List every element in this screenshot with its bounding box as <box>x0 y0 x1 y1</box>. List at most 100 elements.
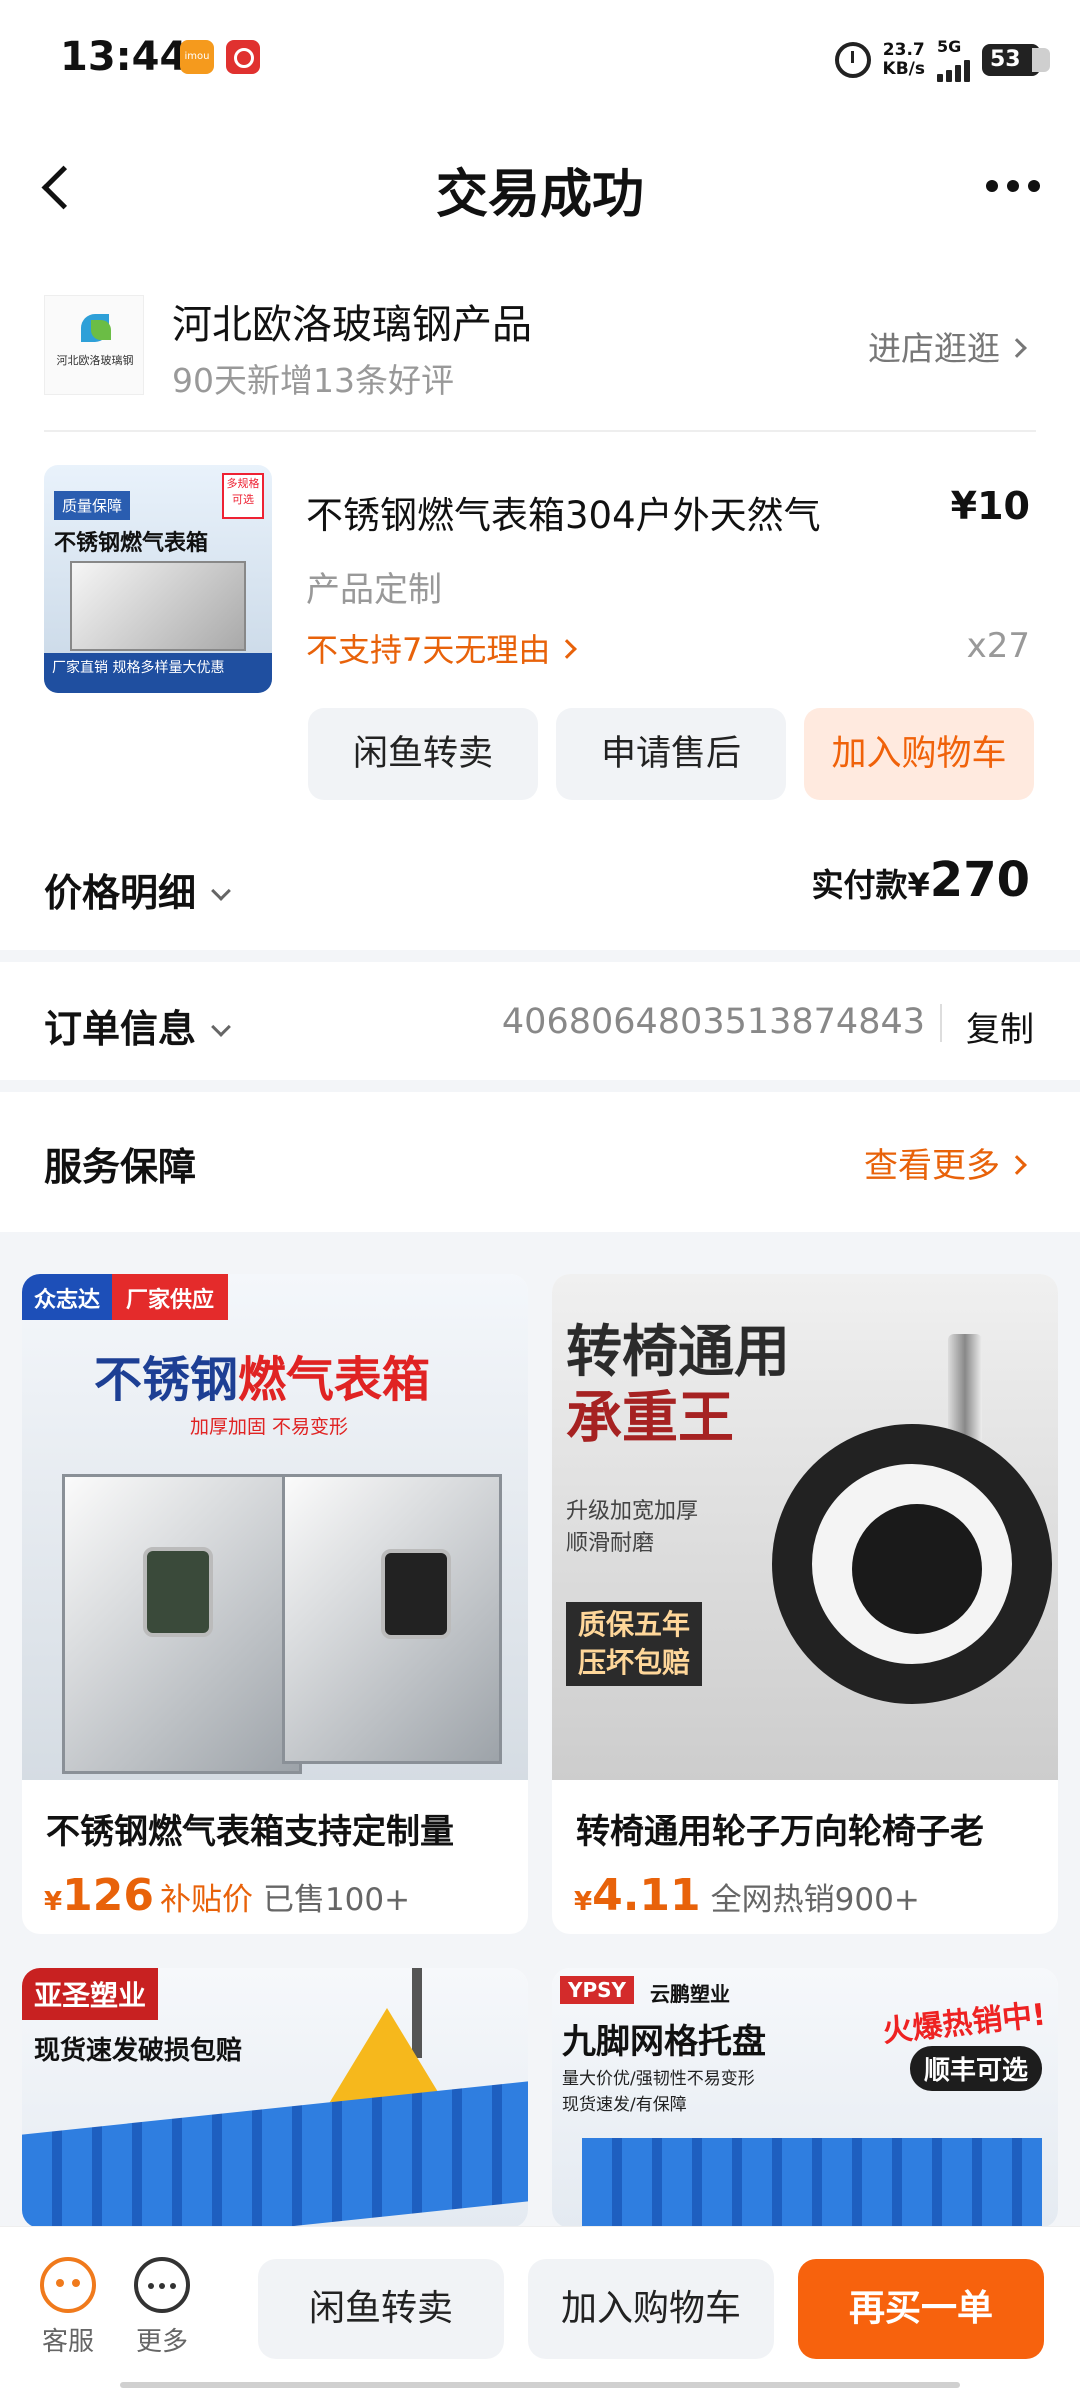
net-speed: 23.7 KB/s <box>883 41 925 79</box>
shop-logo-text: 河北欧洛玻璃钢 <box>56 354 134 367</box>
shop-logo-leaf-icon-2 <box>91 320 111 340</box>
order-card: 河北欧洛玻璃钢 河北欧洛玻璃钢产品 90天新增13条好评 进店逛逛 质量保障 多… <box>0 270 1080 950</box>
return-policy-link[interactable]: 不支持7天无理由 <box>306 625 578 671</box>
shop-logo[interactable]: 河北欧洛玻璃钢 <box>44 295 144 395</box>
order-info-toggle[interactable]: 订单信息 <box>44 998 231 1053</box>
shop-review-summary: 90天新增13条好评 <box>172 361 454 400</box>
currency: ¥ <box>574 1887 593 1917</box>
customer-service-button[interactable]: 客服 <box>38 2257 98 2358</box>
caster-hub-illustration <box>852 1504 982 1634</box>
product-image-footer: 厂家直销 规格多样量大优惠 <box>44 653 272 693</box>
order-info-card: 订单信息 4068064803513874843 复制 <box>0 962 1080 1080</box>
more-dots-icon[interactable] <box>986 180 1040 192</box>
paid-value: 270 <box>929 852 1030 908</box>
cabinet-illustration <box>62 1474 302 1774</box>
headline-part-a: 转椅通用 <box>566 1320 790 1385</box>
copy-order-button[interactable]: 复制 <box>966 1002 1034 1051</box>
sub-line-1: 升级加宽加厚 <box>566 1499 699 1524</box>
buy-again-button[interactable]: 再买一单 <box>798 2259 1044 2359</box>
shop-name[interactable]: 河北欧洛玻璃钢产品 <box>172 292 532 350</box>
sold-count: 已售100+ <box>262 1882 411 1918</box>
brand-tag: 众志达 厂家供应 <box>22 1274 229 1320</box>
recommend-image: 转椅通用 承重王 升级加宽加厚 顺滑耐磨 质保五年 压坏包赔 <box>552 1274 1058 1780</box>
customer-service-icon <box>40 2257 96 2313</box>
chevron-down-icon <box>211 1017 231 1037</box>
recommend-image-promo: 质保五年 压坏包赔 <box>566 1602 703 1686</box>
more-icon <box>134 2257 190 2313</box>
feature-line-2: 现货速发/有保障 <box>562 2095 687 2115</box>
net-speed-value: 23.7 <box>882 40 925 60</box>
chevron-right-icon <box>1007 1154 1027 1175</box>
imou-app-icon: imou <box>180 40 214 74</box>
pallet-illustration <box>22 2081 528 2228</box>
promo-line-1: 质保五年 <box>578 1608 691 1641</box>
recommend-card[interactable]: 转椅通用 承重王 升级加宽加厚 顺滑耐磨 质保五年 压坏包赔 转椅通用轮子万向轮… <box>552 1274 1058 1934</box>
resell-xianyu-button[interactable]: 闲鱼转卖 <box>308 708 538 800</box>
home-indicator[interactable] <box>120 2382 960 2388</box>
view-more-label: 查看更多 <box>864 1146 1000 1186</box>
currency: ¥ <box>44 1887 63 1917</box>
more-label: 更多 <box>135 2327 188 2357</box>
recommend-card[interactable]: 众志达 厂家供应 不锈钢燃气表箱 加厚加固 不易变形 不锈钢燃气表箱支持定制量 … <box>22 1274 528 1934</box>
apply-after-sale-button[interactable]: 申请售后 <box>556 708 786 800</box>
paid-amount: 实付款¥270 <box>812 852 1030 908</box>
return-policy-label: 不支持7天无理由 <box>306 631 551 669</box>
pallet-illustration <box>582 2138 1042 2228</box>
network-group: 5G <box>937 38 970 82</box>
caster-stem-illustration <box>948 1334 982 1444</box>
signal-icon <box>937 56 970 82</box>
net-speed-unit: KB/s <box>882 59 925 79</box>
recommend-image-headline: 现货速发破损包赔 <box>34 2036 243 2066</box>
headline-part-b: 承重王 <box>566 1386 734 1451</box>
order-info-label: 订单信息 <box>44 1007 197 1051</box>
bank-app-icon <box>226 40 260 74</box>
brand-name: 云鹏塑业 <box>650 1982 730 2006</box>
recommend-image-headline: 不锈钢燃气表箱 <box>94 1340 430 1410</box>
view-more-link[interactable]: 查看更多 <box>864 1138 1027 1187</box>
chevron-right-icon <box>557 639 578 659</box>
price-detail-toggle[interactable]: 价格明细 <box>44 862 231 917</box>
price-value: 126 <box>62 1870 154 1921</box>
sold-count: 全网热销900+ <box>710 1882 920 1918</box>
resell-xianyu-bottom-button[interactable]: 闲鱼转卖 <box>258 2259 504 2359</box>
promo-line-2: 压坏包赔 <box>578 1646 691 1679</box>
chevron-down-icon <box>211 881 231 901</box>
divider <box>44 430 1036 432</box>
brand-name: 众志达 <box>22 1274 113 1320</box>
recommend-image-headline: 九脚网格托盘 <box>562 2022 766 2062</box>
battery-icon: 53 <box>982 44 1050 76</box>
recommend-card[interactable]: YPSY 云鹏塑业 九脚网格托盘 量大价优/强韧性不易变形 现货速发/有保障 火… <box>552 1968 1058 2228</box>
enter-shop-label: 进店逛逛 <box>868 329 1000 368</box>
product-image-box <box>70 561 246 651</box>
pole-illustration <box>412 1968 422 2058</box>
more-button[interactable]: 更多 <box>132 2257 192 2358</box>
product-image[interactable]: 质量保障 多规格可选 不锈钢燃气表箱 厂家直销 规格多样量大优惠 <box>44 465 272 693</box>
recommend-image-sub: 升级加宽加厚 顺滑耐磨 <box>566 1496 698 1560</box>
add-to-cart-button[interactable]: 加入购物车 <box>804 708 1034 800</box>
product-quantity: x27 <box>966 626 1030 666</box>
recommend-image: 众志达 厂家供应 不锈钢燃气表箱 加厚加固 不易变形 <box>22 1274 528 1780</box>
product-image-spec-badge: 多规格可选 <box>222 473 264 519</box>
cabinet-illustration <box>282 1474 502 1764</box>
recommend-price: ¥126 补贴价 已售100+ <box>44 1870 410 1921</box>
recommend-title: 转椅通用轮子万向轮椅子老 <box>576 1812 984 1852</box>
recommend-image-headline: 转椅通用 承重王 <box>566 1320 790 1452</box>
enter-shop-link[interactable]: 进店逛逛 <box>868 322 1027 370</box>
product-image-headline: 不锈钢燃气表箱 <box>54 531 209 556</box>
product-image-badge: 质量保障 <box>54 491 131 520</box>
chevron-right-icon <box>1007 337 1027 358</box>
product-title[interactable]: 不锈钢燃气表箱304户外天然气 <box>306 485 906 539</box>
headline-part-a: 不锈钢 <box>94 1352 239 1408</box>
service-guarantee-label: 服务保障 <box>44 1145 197 1189</box>
add-to-cart-bottom-button[interactable]: 加入购物车 <box>528 2259 774 2359</box>
recommend-card[interactable]: 亚圣塑业 现货速发破损包赔 <box>22 1968 528 2228</box>
bottom-action-bar: 客服 更多 闲鱼转卖 加入购物车 再买一单 <box>0 2226 1080 2400</box>
customer-service-label: 客服 <box>41 2327 94 2357</box>
status-indicators: 23.7 KB/s 5G 53 <box>834 38 1050 82</box>
recommend-image-sub: 加厚加固 不易变形 <box>190 1416 349 1438</box>
price-detail-label: 价格明细 <box>44 871 197 915</box>
order-number: 4068064803513874843 <box>501 1002 925 1042</box>
divider <box>940 1004 942 1042</box>
product-spec: 产品定制 <box>306 570 442 610</box>
recommend-image: 亚圣塑业 现货速发破损包赔 <box>22 1968 528 2228</box>
